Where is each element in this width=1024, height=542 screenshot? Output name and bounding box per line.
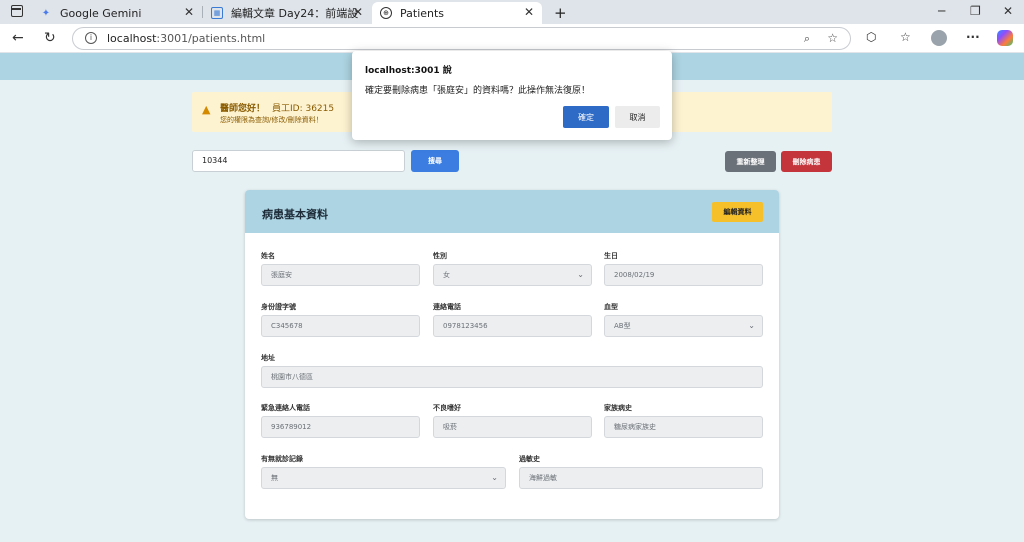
name-label: 姓名 — [261, 252, 275, 260]
address-field[interactable]: 桃園市八德區 — [261, 366, 763, 388]
close-window-icon[interactable]: ✕ — [1003, 4, 1013, 18]
gender-select[interactable]: 女 ⌄ — [433, 264, 592, 286]
tab-title: 編輯文章 Day24：前端設計 - 病… — [231, 7, 359, 20]
tab-title: Google Gemini — [60, 6, 142, 20]
address-bar: ← ↻ i localhost:3001/patients.html ⌕ ☆ ⬡… — [0, 24, 1024, 53]
name-field[interactable]: 張庭安 — [261, 264, 420, 286]
article-icon: ▦ — [211, 7, 223, 19]
url-text: localhost:3001/patients.html — [107, 32, 265, 45]
confirm-dialog: localhost:3001 說 確定要刪除病患「張庭安」的資料嗎？此操作無法復… — [352, 51, 672, 140]
warning-icon: ▲ — [202, 103, 211, 116]
allergies-label: 過敏史 — [519, 455, 540, 463]
bad-habits-label: 不良嗜好 — [433, 404, 461, 412]
tab-patients[interactable]: ⊕ Patients ✕ — [372, 2, 542, 24]
close-icon[interactable]: ✕ — [184, 5, 194, 19]
card-title: 病患基本資料 — [262, 208, 328, 221]
tab-article-editor[interactable]: ▦ 編輯文章 Day24：前端設計 - 病… ✕ — [203, 2, 371, 24]
greeting-text: 醫師您好！ — [220, 104, 266, 114]
site-info-icon[interactable]: i — [85, 32, 97, 44]
family-history-label: 家族病史 — [604, 404, 632, 412]
permission-text: 您的權限為查詢/修改/刪除資料！ — [220, 116, 323, 124]
phone-label: 連絡電話 — [433, 303, 461, 311]
emergency-phone-field[interactable]: 936789012 — [261, 416, 420, 438]
new-tab-button[interactable]: + — [546, 2, 567, 24]
card-header: 病患基本資料 編輯資料 — [245, 190, 779, 233]
birthday-label: 生日 — [604, 252, 618, 260]
blood-type-label: 血型 — [604, 303, 618, 311]
gemini-icon: ✦ — [41, 7, 51, 19]
id-number-field[interactable]: C345678 — [261, 315, 420, 337]
refresh-button[interactable]: 重新整理 — [725, 151, 776, 172]
patient-card: 病患基本資料 編輯資料 姓名 張庭安 性別 女 ⌄ 生日 2008/02/19 … — [245, 190, 779, 519]
chevron-down-icon: ⌄ — [748, 321, 755, 330]
favorites-icon[interactable]: ☆ — [900, 30, 911, 44]
url-field[interactable]: i localhost:3001/patients.html ⌕ ☆ — [72, 27, 851, 50]
restore-icon[interactable]: ❐ — [970, 4, 981, 18]
family-history-field[interactable]: 糖尿病家族史 — [604, 416, 763, 438]
close-icon[interactable]: ✕ — [353, 5, 363, 19]
search-input[interactable]: 10344 — [192, 150, 405, 172]
profile-avatar[interactable] — [931, 30, 947, 46]
phone-field[interactable]: 0978123456 — [433, 315, 592, 337]
bad-habits-field[interactable]: 吸菸 — [433, 416, 592, 438]
url-host: localhost — [107, 32, 157, 45]
employee-id: 員工ID: 36215 — [272, 104, 335, 114]
reload-icon[interactable]: ↻ — [44, 30, 56, 46]
close-icon[interactable]: ✕ — [524, 5, 534, 19]
confirm-button[interactable]: 確定 — [563, 106, 609, 128]
gender-value: 女 — [443, 271, 450, 279]
dialog-message: 確定要刪除病患「張庭安」的資料嗎？此操作無法復原！ — [365, 86, 591, 96]
tab-title: Patients — [400, 6, 445, 20]
id-number-label: 身份證字號 — [261, 303, 296, 311]
zoom-icon[interactable]: ⌕ — [804, 32, 810, 46]
sidebar-toggle-icon[interactable] — [11, 5, 23, 17]
blood-type-value: AB型 — [614, 322, 631, 330]
visit-record-label: 有無就診記錄 — [261, 455, 303, 463]
visit-record-select[interactable]: 無 ⌄ — [261, 467, 506, 489]
gender-label: 性別 — [433, 252, 447, 260]
globe-icon: ⊕ — [380, 7, 392, 19]
blood-type-select[interactable]: AB型 ⌄ — [604, 315, 763, 337]
emergency-phone-label: 緊急連絡人電話 — [261, 404, 310, 412]
back-icon[interactable]: ← — [12, 30, 24, 46]
extensions-icon[interactable]: ⬡ — [866, 30, 876, 44]
minimize-icon[interactable]: ─ — [938, 4, 945, 18]
url-path: :3001/patients.html — [156, 32, 266, 45]
delete-patient-button[interactable]: 刪除病患 — [781, 151, 832, 172]
chevron-down-icon: ⌄ — [577, 270, 584, 279]
address-label: 地址 — [261, 354, 275, 362]
birthday-field[interactable]: 2008/02/19 — [604, 264, 763, 286]
search-button[interactable]: 搜尋 — [411, 150, 459, 172]
copilot-icon[interactable] — [997, 30, 1013, 46]
chevron-down-icon: ⌄ — [491, 473, 498, 482]
browser-tab-bar: ✦ Google Gemini ✕ ▦ 編輯文章 Day24：前端設計 - 病…… — [0, 0, 1024, 24]
allergies-field[interactable]: 海鮮過敏 — [519, 467, 763, 489]
visit-record-value: 無 — [271, 474, 278, 482]
edit-button[interactable]: 編輯資料 — [712, 202, 763, 222]
dialog-title: localhost:3001 說 — [365, 66, 452, 76]
cancel-button[interactable]: 取消 — [615, 106, 660, 128]
more-menu-icon[interactable]: ··· — [966, 30, 980, 44]
tab-google-gemini[interactable]: ✦ Google Gemini ✕ — [32, 2, 202, 24]
favorite-star-icon[interactable]: ☆ — [827, 31, 838, 45]
